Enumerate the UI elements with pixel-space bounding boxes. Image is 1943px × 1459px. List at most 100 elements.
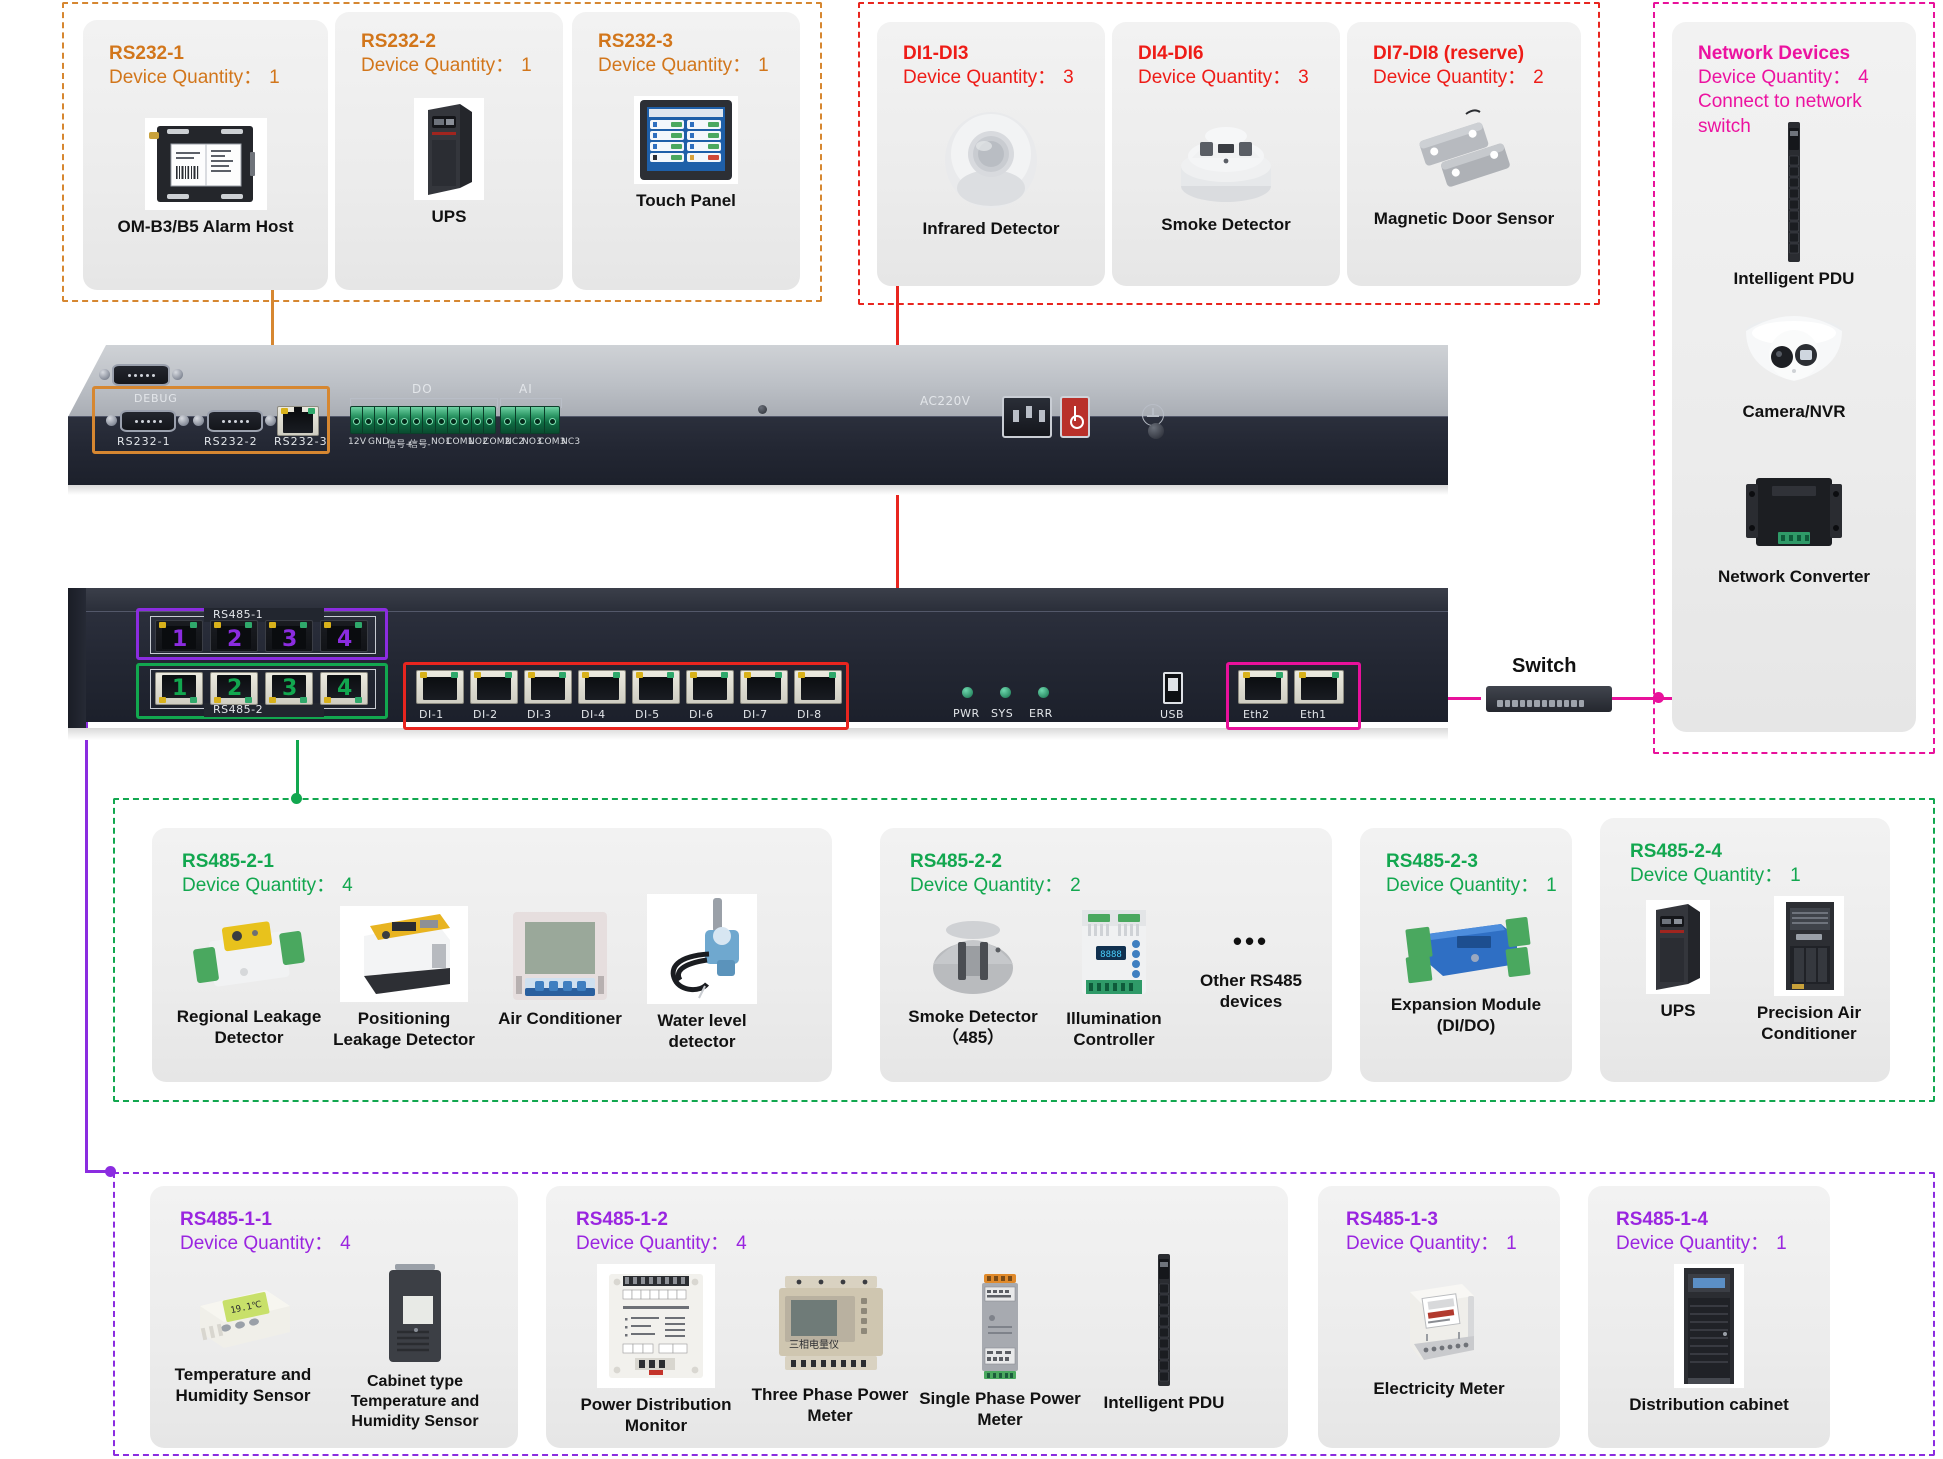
device-item[interactable]: 三相电量仪 Three Phase Power Meter [742,1270,918,1427]
rj45-hole [692,677,728,701]
pwr-led [962,687,973,698]
device-item[interactable]: Positioning Leakage Detector [324,906,484,1051]
smoke-detector-485-image [933,921,1013,994]
card-di-2[interactable]: DI4-DI6 Device Quantity： 3 Smoke Detector [1112,22,1340,286]
device-item[interactable]: UPS [335,98,563,227]
usb-port[interactable] [1163,672,1183,704]
di-port-1-led [420,672,427,678]
rs485-2-port-2-led [214,697,221,703]
device-item[interactable]: ••• Other RS485 devices [1176,928,1326,1013]
card-rs232-1[interactable]: RS232-1 Device Quantity： 1 OM-B3/B5 Alar… [83,20,328,290]
rs485-2-port-4-led-2 [355,697,362,703]
chassis-center-screw [758,405,767,414]
card-rs485-1-1[interactable]: RS485-1-1 Device Quantity： 4 19.1℃ Temper… [150,1186,518,1448]
rs232-1-port[interactable] [120,410,176,432]
di-port-5-led-2 [667,672,674,678]
device-item[interactable]: 8888 Illumination Controller [1046,902,1182,1051]
card-quantity-value: 1 [758,54,769,76]
device-label: Air Conditioner [498,1009,622,1028]
do-terminal-block[interactable] [350,406,496,434]
device-item[interactable]: Infrared Detector [877,108,1105,239]
pwr-label: PWR [953,707,980,720]
device-item[interactable]: Touch Panel [572,96,800,211]
card-rs485-2-1[interactable]: RS485-2-1 Device Quantity： 4 Regional Lea… [152,828,832,1082]
front-panel-left-edge [68,588,86,740]
device-item[interactable]: Regional Leakage Detector [174,908,324,1049]
card-rs232-3[interactable]: RS232-3 Device Quantity： 1 Touch Panel [572,12,800,290]
card-rs485-1-4[interactable]: RS485-1-4 Device Quantity： 1 Distribution… [1588,1186,1830,1448]
card-title: RS485-1-3 [1346,1209,1438,1230]
device-item[interactable]: Smoke Detector [1112,108,1340,235]
cabinet-temp-humidity-sensor-image [389,1264,441,1362]
card-rs485-2-2[interactable]: RS485-2-2 Device Quantity： 2 Smoke Detect… [880,828,1332,1082]
device-item[interactable]: Magnetic Door Sensor [1347,106,1581,229]
device-item[interactable]: 19.1℃ Temperature and Humidity Sensor [164,1276,322,1407]
rs485-1-port-3-number: 3 [282,627,298,652]
device-label: UPS [431,207,467,226]
card-di-1[interactable]: DI1-DI3 Device Quantity： 3 Infrared Detec… [877,22,1105,286]
device-item[interactable]: UPS [1618,900,1738,1021]
card-quantity: Device Quantity： 1 [1346,1232,1517,1254]
device-item[interactable]: Precision Air Conditioner [1740,896,1878,1045]
device-item[interactable]: Cabinet type Temperature and Humidity Se… [330,1262,500,1432]
device-label: Illumination Controller [1066,1009,1162,1050]
device-item[interactable]: Power Distribution Monitor [562,1264,750,1437]
rs232-2-port[interactable] [207,410,263,432]
device-item[interactable]: Water level detector [632,894,772,1053]
device-item[interactable]: Network Converter [1672,474,1916,587]
three-phase-power-meter-image: 三相电量仪 [779,1276,883,1370]
card-rs232-2[interactable]: RS232-2 Device Quantity： 1 UPS [335,12,563,290]
card-rs485-2-3[interactable]: RS485-2-3 Device Quantity： 1 Expansion Mo… [1360,828,1572,1082]
rs485-2-port-3-led-2 [300,697,307,703]
card-quantity: Device Quantity： 3 [1138,66,1309,88]
card-rs485-2-4[interactable]: RS485-2-4 Device Quantity： 1 UPS Precisi… [1600,818,1890,1082]
device-item[interactable]: Expansion Module (DI/DO) [1360,912,1572,1037]
power-rocker-switch[interactable] [1060,396,1090,438]
device-item[interactable]: Camera/NVR [1672,307,1916,422]
device-item[interactable]: Electricity Meter [1318,1278,1560,1399]
device-item[interactable]: Smoke Detector （485） [898,906,1048,1049]
card-network-devices[interactable]: Network Devices Device Quantity： 4 Connec… [1672,22,1916,732]
device-label: Electricity Meter [1373,1379,1505,1398]
pdu-image [1158,1254,1170,1386]
card-di-3[interactable]: DI7-DI8 (reserve) Device Quantity： 2 Magn… [1347,22,1581,286]
iec-power-inlet[interactable] [1002,396,1052,438]
rs485-2-port-1-led [159,697,166,703]
rs485-1-port-3-led [269,622,276,628]
db9-connector-top[interactable] [112,364,170,386]
di-port-7-led [744,672,751,678]
card-quantity-value: 1 [269,66,280,88]
device-item[interactable]: Intelligent PDU [1672,122,1916,289]
device-item[interactable]: Single Phase Power Meter [912,1270,1088,1431]
device-item[interactable]: Distribution cabinet [1588,1264,1830,1415]
card-quantity-value: 3 [1063,66,1074,88]
di-port-6-led-2 [721,672,728,678]
card-rs485-1-2[interactable]: RS485-1-2 Device Quantity： 4 Power Distr… [546,1186,1288,1448]
device-item[interactable]: OM-B3/B5 Alarm Host [83,118,328,237]
ai-terminal-block[interactable] [500,406,560,434]
device-label: Camera/NVR [1742,402,1846,421]
device-label: Expansion Module (DI/DO) [1390,995,1542,1036]
card-quantity-value: 4 [342,874,353,896]
device-label: Smoke Detector （485） [908,1007,1038,1048]
device-item[interactable]: Intelligent PDU [1070,1254,1258,1413]
device-item[interactable]: Air Conditioner [490,910,630,1029]
camera-image [1746,316,1842,381]
card-title: RS485-2-1 [182,851,274,872]
card-quantity: Device Quantity： 4 [576,1232,747,1254]
rj45-hole [1300,677,1338,701]
card-rs485-1-3[interactable]: RS485-1-3 Device Quantity： 1 Electricity … [1318,1186,1560,1448]
di-port-8-led [798,672,805,678]
rj45-hole [746,677,782,701]
rj45-hole [422,677,458,701]
rs232-2-screw-left [193,415,204,426]
card-quantity: Device Quantity： 1 [1616,1232,1787,1254]
device-label: Water level detector [657,1011,747,1052]
rear-lock-screw [1148,423,1164,439]
rs232-1-screw-right [178,415,189,426]
ellipsis-icon: ••• [1232,926,1270,956]
rj45-hole [800,677,836,701]
device-label: Regional Leakage Detector [176,1007,322,1048]
svg-text:三相电量仪: 三相电量仪 [789,1338,839,1351]
di-port-7-label: DI-7 [743,708,768,721]
